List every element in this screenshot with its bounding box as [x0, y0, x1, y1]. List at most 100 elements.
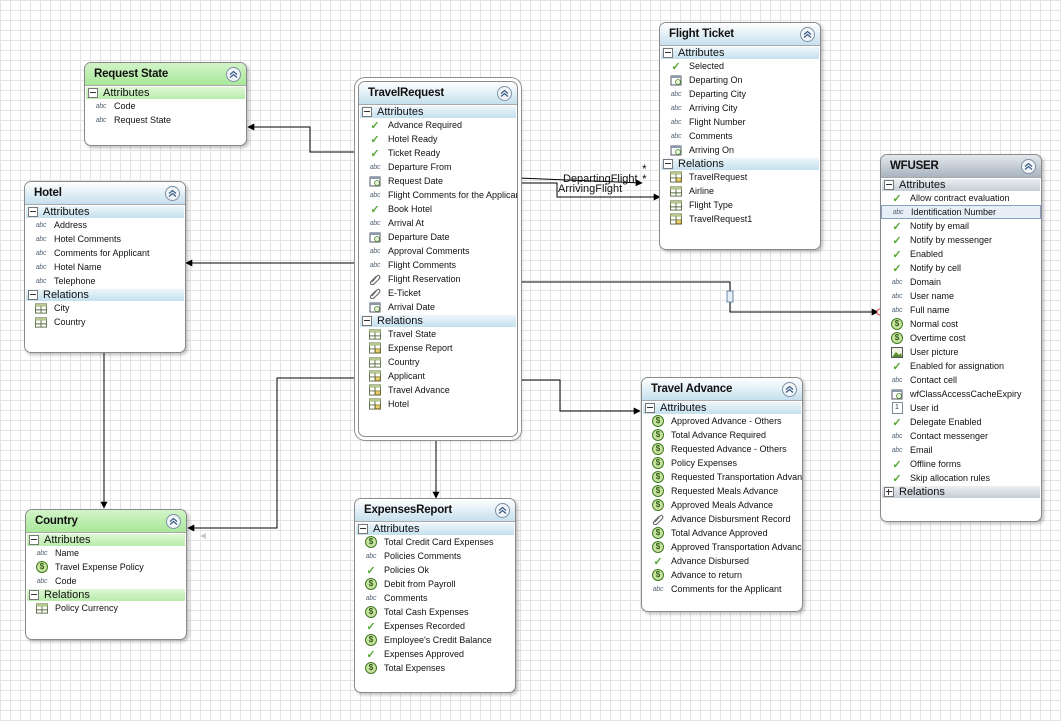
field-row[interactable]: ✓ Enabled for assignation: [881, 359, 1041, 373]
collapse-section-icon[interactable]: [358, 524, 368, 534]
field-row[interactable]: abc Departure From: [359, 160, 517, 174]
field-row[interactable]: abc Approval Comments: [359, 244, 517, 258]
entity-wfuser[interactable]: WFUSER Attributes ✓ Allow contract evaluati…: [880, 154, 1042, 522]
field-row[interactable]: ✓ Allow contract evaluation: [881, 191, 1041, 205]
entity-header[interactable]: Hotel: [25, 182, 185, 205]
collapse-entity-icon[interactable]: [226, 66, 241, 82]
collapse-entity-icon[interactable]: [495, 502, 510, 518]
entity-header[interactable]: TravelRequest: [359, 82, 517, 105]
field-row[interactable]: TravelRequest1: [660, 212, 820, 226]
section-header-attributes[interactable]: Attributes: [882, 179, 1040, 191]
field-row[interactable]: abc Contact messenger: [881, 429, 1041, 443]
field-row[interactable]: ✓ Advance Required: [359, 118, 517, 132]
field-row[interactable]: ✓ Hotel Ready: [359, 132, 517, 146]
collapse-section-icon[interactable]: [663, 48, 673, 58]
field-row[interactable]: ✓ Book Hotel: [359, 202, 517, 216]
section-header-attributes[interactable]: Attributes: [643, 402, 801, 414]
field-row[interactable]: abc Contact cell: [881, 373, 1041, 387]
entity-header[interactable]: WFUSER: [881, 155, 1041, 178]
field-row[interactable]: $ Advance to return: [642, 568, 802, 582]
field-row[interactable]: Country: [25, 315, 185, 329]
field-row[interactable]: ✓ Skip allocation rules: [881, 471, 1041, 485]
section-header-relations[interactable]: Relations: [661, 158, 819, 170]
section-header-attributes[interactable]: Attributes: [86, 87, 245, 99]
field-row[interactable]: ✓ Notify by cell: [881, 261, 1041, 275]
field-row[interactable]: Travel State: [359, 327, 517, 341]
entity-header[interactable]: Flight Ticket: [660, 23, 820, 46]
field-row[interactable]: ✓ Delegate Enabled: [881, 415, 1041, 429]
field-row[interactable]: abc Comments for the Applicant: [642, 582, 802, 596]
field-row[interactable]: abc Request State: [85, 113, 246, 127]
field-row[interactable]: $ Total Advance Required: [642, 428, 802, 442]
field-row[interactable]: abc Flight Comments for the Applicant: [359, 188, 517, 202]
field-row[interactable]: ✓ Advance Disbursed: [642, 554, 802, 568]
collapse-entity-icon[interactable]: [497, 85, 512, 101]
field-row[interactable]: abc Policies Comments: [355, 549, 515, 563]
collapse-entity-icon[interactable]: [1021, 158, 1036, 174]
field-row[interactable]: $ Requested Meals Advance: [642, 484, 802, 498]
field-row[interactable]: abc Name: [26, 546, 186, 560]
field-row[interactable]: Airline: [660, 184, 820, 198]
field-row[interactable]: Policy Currency: [26, 601, 186, 615]
entity-header[interactable]: Country: [26, 510, 186, 533]
field-row[interactable]: $ Travel Expense Policy: [26, 560, 186, 574]
section-header-attributes[interactable]: Attributes: [27, 534, 185, 546]
field-row[interactable]: 1 User id: [881, 401, 1041, 415]
field-row[interactable]: abc Hotel Comments: [25, 232, 185, 246]
collapse-section-icon[interactable]: [29, 535, 39, 545]
field-row[interactable]: abc Full name: [881, 303, 1041, 317]
field-row[interactable]: abc Arrival At: [359, 216, 517, 230]
field-row[interactable]: $ Approved Advance - Others: [642, 414, 802, 428]
section-header-attributes[interactable]: Attributes: [26, 206, 184, 218]
field-row[interactable]: ✓ Offline forms: [881, 457, 1041, 471]
collapse-entity-icon[interactable]: [800, 26, 815, 42]
field-row[interactable]: $ Total Cash Expenses: [355, 605, 515, 619]
field-row[interactable]: abc Comments: [355, 591, 515, 605]
field-row[interactable]: $ Total Advance Approved: [642, 526, 802, 540]
field-row[interactable]: abc Departing City: [660, 87, 820, 101]
entity-flight-ticket[interactable]: Flight Ticket Attributes ✓ Selected Departin…: [659, 22, 821, 250]
entity-travel-advance[interactable]: Travel Advance Attributes $ Approved Advanc…: [641, 377, 803, 612]
field-row[interactable]: ✓ Notify by email: [881, 219, 1041, 233]
field-row[interactable]: abc Flight Comments: [359, 258, 517, 272]
entity-header[interactable]: ExpensesReport: [355, 499, 515, 522]
field-row[interactable]: abc Comments for Applicant: [25, 246, 185, 260]
section-header-relations[interactable]: Relations: [26, 289, 184, 301]
field-row[interactable]: abc Email: [881, 443, 1041, 457]
field-row[interactable]: abc Comments: [660, 129, 820, 143]
collapse-section-icon[interactable]: [28, 290, 38, 300]
field-row[interactable]: Departing On: [660, 73, 820, 87]
field-row[interactable]: abc Address: [25, 218, 185, 232]
entity-hotel[interactable]: Hotel Attributes abc Address abc Hotel Commen…: [24, 181, 186, 353]
field-row[interactable]: abc Code: [26, 574, 186, 588]
field-row[interactable]: $ Overtime cost: [881, 331, 1041, 345]
field-row[interactable]: $ Approved Transportation Advance: [642, 540, 802, 554]
field-row[interactable]: $ Requested Advance - Others: [642, 442, 802, 456]
field-row[interactable]: Flight Type: [660, 198, 820, 212]
section-header-attributes[interactable]: Attributes: [356, 523, 514, 535]
collapse-section-icon[interactable]: [362, 107, 372, 117]
section-header-relations[interactable]: Relations: [882, 486, 1040, 498]
collapse-section-icon[interactable]: [884, 180, 894, 190]
field-row[interactable]: $ Debit from Payroll: [355, 577, 515, 591]
field-row[interactable]: ✓ Notify by messenger: [881, 233, 1041, 247]
field-row[interactable]: $ Policy Expenses: [642, 456, 802, 470]
collapse-section-icon[interactable]: [29, 590, 39, 600]
collapse-section-icon[interactable]: [645, 403, 655, 413]
field-row[interactable]: TravelRequest: [660, 170, 820, 184]
field-row[interactable]: City: [25, 301, 185, 315]
field-row[interactable]: User picture: [881, 345, 1041, 359]
field-row[interactable]: Advance Disbursment Record: [642, 512, 802, 526]
section-header-attributes[interactable]: Attributes: [360, 106, 516, 118]
field-row[interactable]: abc Code: [85, 99, 246, 113]
section-header-relations[interactable]: Relations: [360, 315, 516, 327]
field-row[interactable]: abc Flight Number: [660, 115, 820, 129]
field-row[interactable]: Flight Reservation: [359, 272, 517, 286]
field-row[interactable]: ✓ Enabled: [881, 247, 1041, 261]
collapse-entity-icon[interactable]: [782, 381, 797, 397]
collapse-entity-icon[interactable]: [165, 185, 180, 201]
collapse-section-icon[interactable]: [28, 207, 38, 217]
field-row[interactable]: abc Arriving City: [660, 101, 820, 115]
collapse-section-icon[interactable]: [663, 159, 673, 169]
section-header-attributes[interactable]: Attributes: [661, 47, 819, 59]
